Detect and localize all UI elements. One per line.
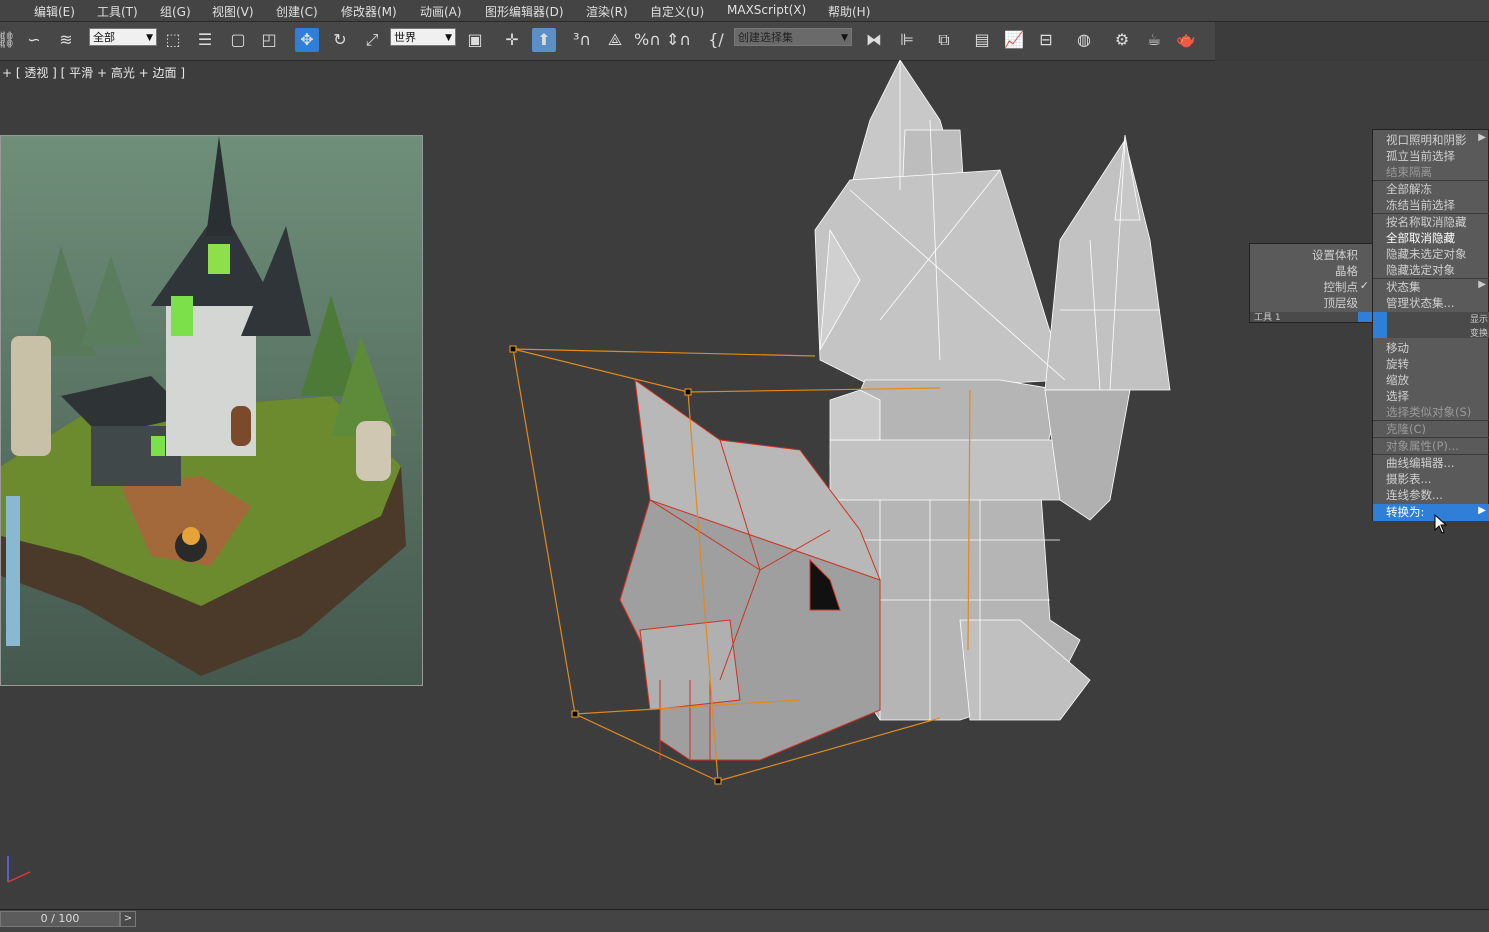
menu-view[interactable]: 视图(V) [212,3,254,20]
snaps-toggle-icon[interactable]: ³∩ [570,28,594,52]
menu-item-rotate[interactable]: 旋转 [1386,356,1409,372]
menu-item-scale[interactable]: 缩放 [1386,372,1409,388]
menu-item-convert-to[interactable]: 转换为: [1386,504,1424,520]
rect-region-icon[interactable]: ▢ [226,28,250,52]
menu-item-viewport-lighting[interactable]: 视口照明和阴影 [1386,132,1467,148]
menu-item-manage-state-sets[interactable]: 管理状态集... [1386,295,1454,311]
time-slider[interactable]: 0 / 100 [0,911,120,927]
align-icon[interactable]: ⊫ [895,28,919,52]
menu-item-isolate-selection[interactable]: 孤立当前选择 [1386,148,1455,164]
quad-header-bar: 显示 变换 [1373,312,1489,339]
render-setup-icon[interactable]: ⚙ [1110,28,1134,52]
chevron-down-icon: ▼ [146,33,153,43]
material-editor-icon[interactable]: ◍ [1072,28,1096,52]
window-crossing-icon[interactable]: ◰ [257,28,281,52]
quad-header-display: 显示 [1469,315,1488,325]
submenu-item-volume[interactable]: 设置体积 [1312,247,1358,263]
layer-manager-icon[interactable]: ⧉ [932,28,956,52]
chevron-right-icon: ▶ [1478,279,1486,290]
quad-header-accent [1358,312,1372,322]
quad-header-tools1: 工具 1 [1254,313,1281,323]
submenu-item-control-points[interactable]: 控制点 [1324,279,1359,295]
rotate-icon[interactable]: ↻ [328,28,352,52]
scale-icon[interactable]: ⤢ [360,28,384,52]
toolbar-empty-area [1215,22,1489,60]
menu-maxscript[interactable]: MAXScript(X) [727,3,806,17]
menu-tools[interactable]: 工具(T) [97,3,138,20]
menu-item-unhide-all[interactable]: 全部取消隐藏 [1386,230,1455,246]
menu-item-dope-sheet[interactable]: 摄影表... [1386,471,1431,487]
model-wireframe [509,60,1171,785]
menu-group[interactable]: 组(G) [160,3,191,20]
menu-item-unfreeze-all[interactable]: 全部解冻 [1386,181,1432,197]
menu-modifiers[interactable]: 修改器(M) [341,3,397,20]
main-toolbar: ⛓ ∽ ≋ 全部 ▼ ⬚ ☰ ▢ ◰ ✥ ↻ ⤢ 世界 ▼ ▣ ✛ ⬆ ³∩ ⟁ %… [0,22,1215,61]
reference-coord-dropdown[interactable]: 世界 ▼ [390,28,456,46]
mouse-cursor-icon [1434,514,1448,534]
menu-item-object-properties[interactable]: 对象属性(P)... [1386,438,1459,454]
next-frame-button[interactable]: > [120,911,136,927]
menu-item-select-similar[interactable]: 选择类似对象(S) [1386,404,1471,420]
viewport-label[interactable]: + [ 透视 ] [ 平滑 + 高光 + 边面 ] [2,64,185,81]
menu-create[interactable]: 创建(C) [276,3,318,20]
menu-item-move[interactable]: 移动 [1386,340,1409,356]
quad-header-transform: 变换 [1469,329,1488,339]
graphite-ribbon-icon[interactable]: ▤ [970,28,994,52]
menu-item-curve-editor[interactable]: 曲线编辑器... [1386,455,1454,471]
move-icon[interactable]: ✥ [295,28,319,52]
menu-edit[interactable]: 编辑(E) [34,3,75,20]
quad-header-accent [1373,312,1387,338]
menu-item-hide-selection[interactable]: 隐藏选定对象 [1386,262,1455,278]
percent-snap-icon[interactable]: %∩ [634,28,661,52]
chevron-down-icon: ▼ [445,33,452,43]
edit-named-selection-icon[interactable]: {/ [704,28,728,52]
submenu-header-bar: 工具 1 [1250,312,1372,323]
chevron-down-icon: ▼ [841,33,848,43]
pivot-center-icon[interactable]: ▣ [463,28,487,52]
select-by-name-icon[interactable]: ☰ [193,28,217,52]
angle-snap-icon[interactable]: ⟁ [603,28,627,52]
menu-item-clone[interactable]: 克隆(C) [1386,421,1426,437]
reference-illustration [1,136,422,685]
select-manipulate-icon[interactable]: ✛ [500,28,524,52]
rendered-frame-window-icon[interactable]: ☕ [1142,28,1166,52]
schematic-view-icon[interactable]: ⊟ [1034,28,1058,52]
axis-tripod-icon [7,856,31,883]
reference-image [0,135,423,686]
display-quad-submenu: 设置体积 晶格 控制点 ✓ 顶层级 工具 1 [1249,243,1373,323]
submenu-item-top-level[interactable]: 顶层级 [1324,295,1359,311]
menu-item-hide-unselected[interactable]: 隐藏未选定对象 [1386,246,1467,262]
menu-help[interactable]: 帮助(H) [828,3,870,20]
timeline-bar [0,909,1489,932]
link-icon[interactable]: ⛓ [0,28,18,52]
menu-item-state-sets[interactable]: 状态集 [1386,279,1421,295]
selection-filter-dropdown[interactable]: 全部 ▼ [89,28,157,46]
mirror-icon[interactable]: ⧓ [862,28,886,52]
menu-bar: 编辑(E) 工具(T) 组(G) 视图(V) 创建(C) 修改器(M) 动画(A… [0,0,1489,22]
chevron-right-icon: ▶ [1478,132,1486,143]
menu-item-freeze-selection[interactable]: 冻结当前选择 [1386,197,1455,213]
check-icon: ✓ [1359,279,1369,292]
keyboard-shortcut-override-icon[interactable]: ⬆ [532,28,556,52]
chevron-right-icon: ▶ [1478,505,1486,516]
curve-editor-icon[interactable]: 📈 [1002,28,1026,52]
named-selection-dropdown[interactable]: 创建选择集 ▼ [734,28,852,46]
render-production-icon[interactable]: 🫖 [1174,28,1198,52]
menu-item-unhide-by-name[interactable]: 按名称取消隐藏 [1386,214,1467,230]
menu-animation[interactable]: 动画(A) [420,3,462,20]
castle-3d-model[interactable] [500,60,1190,800]
submenu-item-lattice[interactable]: 晶格 [1335,263,1358,279]
menu-graph-editors[interactable]: 图形编辑器(D) [485,3,564,20]
quad-menu: 视口照明和阴影 ▶ 孤立当前选择 结束隔离 全部解冻 冻结当前选择 按名称取消隐… [1372,129,1489,521]
menu-item-end-isolate[interactable]: 结束隔离 [1386,164,1432,180]
menu-item-select[interactable]: 选择 [1386,388,1409,404]
menu-customize[interactable]: 自定义(U) [650,3,704,20]
bind-spacewarp-icon[interactable]: ≋ [54,28,78,52]
unlink-icon[interactable]: ∽ [22,28,46,52]
menu-item-wire-parameters[interactable]: 连线参数... [1386,487,1443,503]
select-object-icon[interactable]: ⬚ [161,28,185,52]
menu-rendering[interactable]: 渲染(R) [586,3,628,20]
spinner-snap-icon[interactable]: ⇕∩ [666,28,691,52]
